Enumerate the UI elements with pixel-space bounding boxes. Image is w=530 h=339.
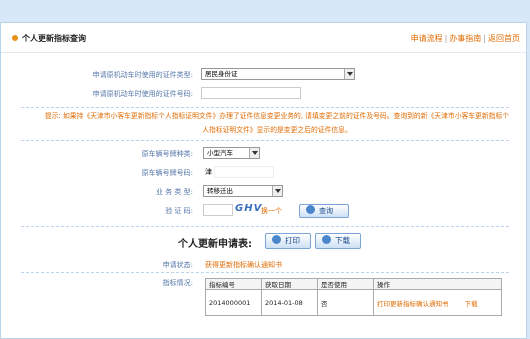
query-button-label: 查询 [319,207,333,215]
doc-type-value: 居民身份证 [205,70,238,78]
quota-ops: 打印更新指标确认通知书 下载 [373,289,502,316]
header-links: 申请流程 | 办事指南 | 返回首页 [411,33,520,44]
download-button-label: 下载 [335,236,350,245]
doc-type-select[interactable]: 居民身份证 [201,68,355,80]
column-header: 操作 [373,278,502,290]
column-header: 获取日期 [261,278,318,290]
link-guide[interactable]: 办事指南 [449,34,481,43]
quota-label: 指标情况: [162,279,193,287]
captcha-label: 验 证 码: [165,207,193,215]
divider [21,140,509,141]
hint-text: 提示: 如果持《天津市小客车更新指标个人指标证明文件》办理了证件信息变更业务的,… [44,112,510,134]
bullet-icon [12,35,18,41]
biz-type-label: 业 务 类 型: [155,188,193,196]
separator: | [444,34,448,43]
page-title: 个人更新指标查询 [12,33,86,44]
chevron-down-icon [344,69,354,79]
plate-type-label: 原车辆号牌种类: [141,150,193,158]
plate-no-label: 原车辆号牌号码: [141,169,193,177]
plate-no-input[interactable] [214,166,274,178]
page-title-text: 个人更新指标查询 [22,34,86,43]
quota-used: 否 [317,289,374,316]
plate-type-value: 小型汽车 [207,149,233,157]
doc-type-label: 申请原机动车时使用的证件类型: [92,71,193,79]
chevron-down-icon [249,148,259,158]
panel-header: 个人更新指标查询 申请流程 | 办事指南 | 返回首页 [1,23,526,53]
quota-date: 2014-01-08 [261,289,318,316]
main-panel: 个人更新指标查询 申请流程 | 办事指南 | 返回首页 申请原机动车时使用的证件类型: … [0,22,527,339]
query-button[interactable]: 查询 [299,204,349,218]
captcha-image[interactable]: GHV [235,203,262,214]
download-link[interactable]: 下载 [465,300,478,308]
table-header-row: 指标编号 获取日期 是否使用 操作 [205,278,502,290]
doc-no-input[interactable] [201,87,301,99]
table-row: 2014000001 2014-01-08 否 打印更新指标确认通知书 下载 [205,289,502,316]
print-button[interactable]: 打印 [265,233,311,249]
column-header: 是否使用 [317,278,374,290]
doc-no-label: 申请原机动车时使用的证件号码: [92,90,193,98]
print-notice-link[interactable]: 打印更新指标确认通知书 [377,300,449,308]
plate-type-select[interactable]: 小型汽车 [203,147,260,159]
link-apply-flow[interactable]: 申请流程 [411,34,443,43]
column-header: 指标编号 [205,278,262,290]
print-button-label: 打印 [285,236,300,245]
download-button[interactable]: 下载 [315,233,361,249]
captcha-input[interactable] [203,204,233,216]
status-label: 申请状态: [162,261,193,269]
biz-type-select[interactable]: 转移迁出 [203,185,283,197]
result-title: 个人更新申请表: [178,239,252,250]
captcha-text: GHV [235,203,263,214]
quota-id: 2014000001 [205,289,262,316]
search-icon [306,205,315,214]
divider [21,272,509,273]
status-value: 获得更新指标确认通知书 [205,261,282,269]
divider [21,226,509,227]
biz-type-value: 转移迁出 [207,187,233,195]
divider [21,107,509,108]
chevron-down-icon [272,186,282,196]
separator: | [483,34,486,43]
link-home[interactable]: 返回首页 [488,34,520,43]
quota-table: 指标编号 获取日期 是否使用 操作 2014000001 2014-01-08 … [205,278,502,316]
download-icon [322,235,331,244]
refresh-captcha-link[interactable]: 换一个 [261,206,282,216]
print-icon [272,235,281,244]
plate-prefix: 津 [205,168,212,176]
